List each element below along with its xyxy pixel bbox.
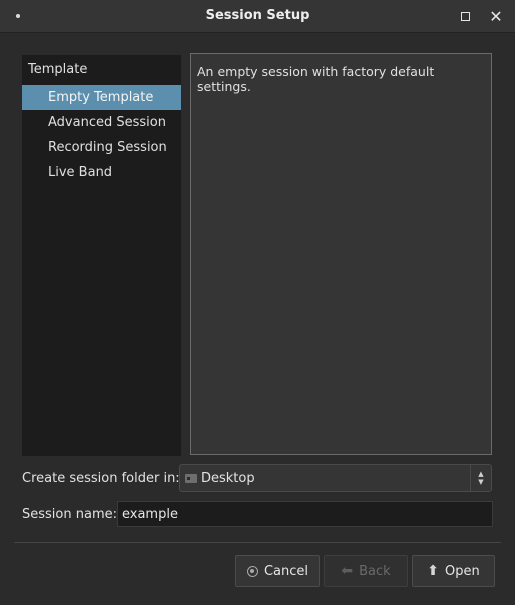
chevron-up-down-icon[interactable]: ▲ ▼	[470, 465, 491, 491]
close-button[interactable]: ✕	[486, 6, 506, 26]
open-button-label: Open	[445, 563, 480, 579]
template-item-live-band[interactable]: Live Band	[22, 160, 181, 185]
template-list-header: Template	[28, 62, 88, 77]
template-item-recording[interactable]: Recording Session	[22, 135, 181, 160]
folder-value: Desktop	[201, 471, 255, 486]
session-name-input[interactable]	[117, 501, 493, 527]
cancel-button-label: Cancel	[263, 563, 309, 579]
folder-label: Create session folder in:	[22, 471, 180, 486]
open-button[interactable]: ⬆ Open	[412, 555, 495, 587]
folder-icon	[185, 474, 197, 483]
template-item-empty[interactable]: Empty Template	[22, 85, 181, 110]
window-title: Session Setup	[205, 8, 310, 23]
template-description: An empty session with factory default se…	[197, 64, 435, 94]
template-item-advanced[interactable]: Advanced Session	[22, 110, 181, 135]
open-arrow-icon: ⬆	[427, 563, 439, 579]
folder-select[interactable]: Desktop ▲ ▼	[179, 464, 492, 492]
maximize-button[interactable]	[455, 6, 475, 26]
close-icon: ✕	[489, 6, 503, 26]
cancel-icon	[246, 565, 258, 577]
template-list-panel: Template Empty Template Advanced Session…	[22, 55, 181, 456]
maximize-icon	[460, 11, 470, 21]
divider	[14, 542, 501, 543]
title-bar: Session Setup ✕	[0, 0, 515, 33]
session-name-label: Session name:	[22, 507, 117, 522]
template-description-panel: An empty session with factory default se…	[190, 53, 492, 455]
back-arrow-icon: ⬅	[341, 563, 354, 579]
back-button[interactable]: ⬅ Back	[324, 555, 408, 587]
back-button-label: Back	[359, 563, 391, 579]
template-list: Empty Template Advanced Session Recordin…	[22, 85, 181, 185]
cancel-button[interactable]: Cancel	[235, 555, 320, 587]
